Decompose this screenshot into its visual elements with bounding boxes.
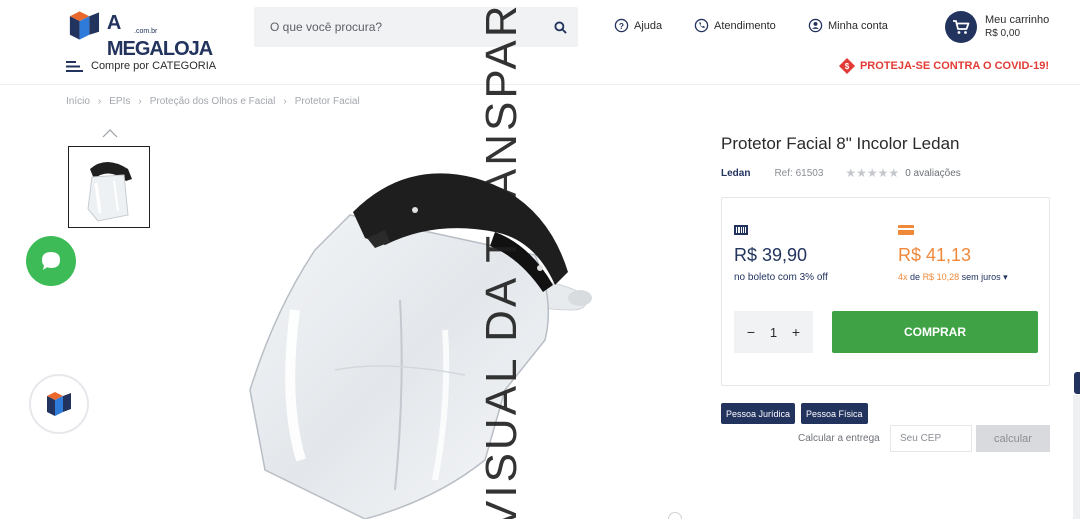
logo-domain: .com.br: [134, 28, 158, 35]
help-link[interactable]: ? Ajuda: [614, 18, 662, 33]
image-zoom-icon[interactable]: [668, 512, 682, 519]
search-button[interactable]: [542, 9, 578, 45]
product-brand[interactable]: Ledan: [721, 168, 750, 179]
product-meta: Ledan Ref: 61503 ★★★★★ 0 avaliações: [721, 166, 961, 180]
installments-count: 4x: [898, 272, 908, 282]
user-circle-icon: [808, 18, 823, 33]
breadcrumb: Início › EPIs › Proteção dos Olhos e Fac…: [66, 96, 360, 107]
header-divider: [0, 84, 1080, 85]
installments-de: de: [910, 272, 921, 282]
buy-box: R$ 39,90 no boleto com 3% off R$ 41,13 4…: [721, 197, 1050, 386]
breadcrumb-home[interactable]: Início: [66, 96, 90, 107]
thumbnail-up-arrow-icon[interactable]: [102, 128, 118, 138]
tag-icon: $: [838, 58, 855, 74]
breadcrumb-epis[interactable]: EPIs: [109, 96, 130, 107]
breadcrumb-eye-face[interactable]: Proteção dos Olhos e Facial: [150, 96, 276, 107]
reviews-link[interactable]: 0 avaliações: [905, 168, 961, 179]
barcode-icon: [734, 225, 748, 235]
breadcrumb-separator-icon: ›: [283, 96, 287, 107]
boleto-price: R$ 39,90: [734, 245, 808, 265]
phone-icon: [694, 18, 709, 33]
breadcrumb-separator-icon: ›: [97, 96, 102, 107]
face-shield-thumbnail-image: [87, 162, 132, 222]
search-icon: [553, 20, 567, 34]
installments-toggle[interactable]: 4x de R$ 10,28 sem juros ▾: [898, 272, 1008, 283]
covid-label: PROTEJA-SE CONTRA O COVID-19!: [859, 60, 1049, 72]
cart-info: Meu carrinho R$ 0,00: [985, 14, 1049, 40]
store-logo[interactable]: A MEGALOJA: [66, 8, 226, 60]
support-link[interactable]: Atendimento: [694, 18, 776, 33]
credit-card-icon: [898, 225, 914, 235]
logo-cube-icon: [69, 11, 100, 40]
svg-text:?: ?: [619, 21, 624, 31]
account-link[interactable]: Minha conta: [808, 18, 888, 33]
category-label: Compre por CATEGORIA: [91, 60, 217, 72]
shipping-label: Calcular a entrega: [798, 433, 880, 444]
card-price: R$ 41,13: [898, 245, 972, 265]
search-input[interactable]: [254, 7, 542, 47]
category-menu[interactable]: Compre por CATEGORIA: [66, 60, 216, 72]
product-title: Protetor Facial 8" Incolor Ledan: [721, 134, 960, 153]
account-label: Minha conta: [828, 19, 888, 32]
store-button[interactable]: [29, 374, 89, 434]
chat-button[interactable]: [26, 236, 76, 286]
page: A MEGALOJA .com.br ? Ajuda Atendimento: [0, 0, 1080, 519]
quantity-stepper: − 1 +: [734, 311, 813, 353]
caret-down-icon: ▾: [1003, 272, 1008, 282]
side-panel-edge: [1073, 395, 1080, 519]
search-bar: [254, 7, 578, 47]
logo-text: A MEGALOJA: [106, 12, 213, 60]
cart-icon: [953, 20, 970, 34]
help-circle-icon: ?: [614, 18, 629, 33]
product-main-image[interactable]: [235, 160, 600, 519]
product-ref: Ref: 61503: [774, 167, 824, 179]
boleto-note: no boleto com 3% off: [734, 272, 828, 283]
installments-value: R$ 10,28: [922, 272, 960, 282]
breadcrumb-separator-icon: ›: [138, 96, 142, 107]
cart-button[interactable]: Meu carrinho R$ 0,00: [945, 11, 1049, 43]
chat-bubble-icon: [42, 252, 60, 270]
buy-button[interactable]: COMPRAR: [832, 311, 1038, 353]
quantity-value[interactable]: 1: [770, 325, 777, 340]
cart-label: Meu carrinho: [985, 14, 1050, 26]
store-logo-icon: [47, 392, 71, 416]
pessoa-juridica-button[interactable]: Pessoa Jurídica: [721, 403, 796, 424]
decrease-quantity-button[interactable]: −: [744, 324, 758, 340]
cep-input[interactable]: [890, 425, 972, 452]
product-thumbnail[interactable]: [68, 146, 150, 228]
svg-text:$: $: [845, 62, 850, 71]
menu-icon: [66, 60, 83, 72]
covid-banner-link[interactable]: $ PROTEJA-SE CONTRA O COVID-19!: [838, 57, 1049, 75]
rating-stars-icon: ★★★★★: [845, 166, 900, 180]
increase-quantity-button[interactable]: +: [789, 324, 803, 340]
calculate-shipping-button[interactable]: calcular: [976, 425, 1050, 452]
breadcrumb-current[interactable]: Protetor Facial: [295, 96, 360, 107]
installments-note: sem juros: [961, 272, 1001, 282]
cart-badge: [945, 11, 977, 43]
side-tab[interactable]: [1074, 372, 1080, 394]
help-label: Ajuda: [634, 19, 663, 32]
boleto-price-block: R$ 39,90 no boleto com 3% off: [734, 225, 828, 283]
pessoa-fisica-button[interactable]: Pessoa Física: [801, 403, 868, 424]
support-label: Atendimento: [714, 19, 776, 32]
cart-total: R$ 0,00: [985, 28, 1021, 39]
card-price-block: R$ 41,13 4x de R$ 10,28 sem juros ▾: [898, 225, 1008, 283]
